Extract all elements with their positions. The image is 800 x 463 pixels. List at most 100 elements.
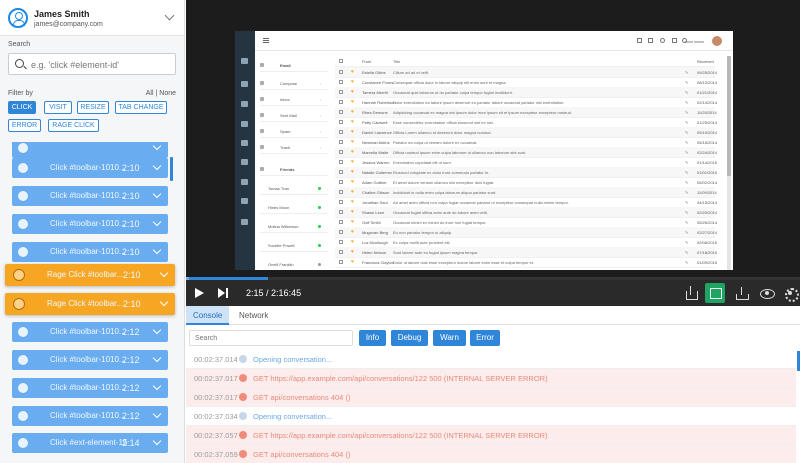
- angry-face-icon: [13, 269, 25, 281]
- chevron-down-icon[interactable]: [152, 161, 162, 171]
- attachment-icon: ✎: [685, 100, 689, 105]
- level-filter-info[interactable]: Info: [359, 330, 386, 346]
- attachment-icon: ✎: [685, 130, 689, 135]
- mail-subject: Exercitation cupidatat elit ut sunt.: [393, 160, 452, 165]
- filter-button-visit[interactable]: VISIT: [44, 101, 72, 114]
- filter-button-rage-click[interactable]: RAGE CLICK: [48, 119, 99, 132]
- event-time: 2:14: [122, 438, 140, 448]
- chevron-down-icon[interactable]: [152, 436, 162, 446]
- mail-subject: Officia nostrud ipsum enim culpa laborum…: [393, 150, 527, 155]
- log-entry-error: 00:02:37.059 GET api/conversations 404 (): [186, 445, 796, 463]
- event-list-scrollbar[interactable]: [170, 157, 173, 181]
- console-toggle-icon[interactable]: [705, 283, 725, 303]
- user-header[interactable]: James Smith james@company.com: [0, 0, 184, 36]
- click-event[interactable]: Click #toolbar-1010... 2:12: [12, 350, 168, 370]
- attachment-icon: ✎: [685, 120, 689, 125]
- console-search-input[interactable]: [189, 330, 353, 346]
- attachment-icon: ✎: [685, 200, 689, 205]
- search-input[interactable]: [31, 57, 171, 72]
- filter-button-click[interactable]: CLICK: [8, 101, 36, 114]
- nav-icon: [241, 140, 248, 146]
- select-all-link[interactable]: All: [146, 90, 154, 97]
- chevron-down-icon[interactable]: [159, 297, 169, 307]
- filter-button-resize[interactable]: RESIZE: [77, 101, 109, 114]
- eye-icon[interactable]: [758, 285, 776, 301]
- chevron-down-icon[interactable]: [152, 381, 162, 391]
- log-timestamp: 00:02:37.017: [194, 393, 238, 402]
- click-icon: [18, 247, 28, 257]
- checkbox: [339, 110, 343, 114]
- mail-subject: Occaecat quis laborum ut do pariatur cul…: [393, 90, 513, 95]
- chevron-down-icon[interactable]: [152, 325, 162, 335]
- friend-item: Tomas Tran: [260, 183, 328, 195]
- event-label: Click #toolbar-1010...: [50, 163, 126, 172]
- chevron-down-icon[interactable]: [152, 353, 162, 363]
- mail-subject: Esse consectetur exercitation officia ei…: [393, 120, 494, 125]
- checkbox: [339, 100, 343, 104]
- chevron-down-icon[interactable]: [152, 409, 162, 419]
- mail-date: 04/15/2014: [697, 200, 718, 205]
- app-mail-list: From Title Received ♥ Estella Gibbs Cillum ad…: [335, 56, 733, 270]
- user-name: James Smith: [34, 9, 90, 19]
- level-filter-debug[interactable]: Debug: [391, 330, 428, 346]
- filter-button-tab-change[interactable]: TAB CHANGE: [115, 101, 167, 114]
- rage-click-event[interactable]: Rage Click #toolbar... 2:10: [5, 293, 175, 315]
- click-icon: [18, 191, 28, 201]
- skip-next-icon[interactable]: [218, 288, 228, 298]
- search-icon: [15, 59, 24, 68]
- filter-button-error[interactable]: ERROR: [8, 119, 41, 132]
- tab-console[interactable]: Console: [186, 306, 230, 325]
- tab-network[interactable]: Network: [232, 306, 275, 325]
- click-event[interactable]: Click #toolbar-1010... 2:10: [12, 214, 168, 234]
- share-icon[interactable]: [682, 285, 700, 301]
- level-filter-error[interactable]: Error: [470, 330, 500, 346]
- rage-click-event[interactable]: Rage Click #toolbar... 2:10: [5, 264, 175, 286]
- attachment-icon: ✎: [685, 240, 689, 245]
- click-event[interactable]: Click #ext-element-15 2:14: [12, 433, 168, 453]
- user-email: james@company.com: [34, 21, 103, 28]
- mail-subject: Eu non pariatur tempor ut aliquip.: [393, 230, 453, 235]
- mail-icon: [260, 63, 264, 67]
- attachment-icon: ✎: [685, 190, 689, 195]
- checkbox: [339, 150, 343, 154]
- mail-date: 05/02/2014: [697, 180, 718, 185]
- click-event[interactable]: Click #toolbar-1010... 2:12: [12, 322, 168, 342]
- play-icon[interactable]: [195, 288, 204, 298]
- chevron-down-icon[interactable]: [152, 217, 162, 227]
- log-entry-info: 00:02:37.014 Opening conversation...: [186, 350, 796, 369]
- chevron-down-icon[interactable]: [159, 268, 169, 278]
- select-none-link[interactable]: None: [159, 90, 176, 97]
- label: Friends: [280, 167, 295, 172]
- chevron-down-icon[interactable]: [152, 189, 162, 199]
- gear-icon[interactable]: [782, 285, 800, 302]
- attachment-icon: ✎: [685, 160, 689, 165]
- checkbox: [339, 160, 343, 164]
- column-title: Title: [393, 59, 401, 64]
- grid-icon: [637, 38, 642, 43]
- click-event[interactable]: [12, 142, 168, 158]
- star-icon: ♥: [351, 129, 354, 135]
- friend-name: Suzette Powell: [268, 243, 295, 248]
- chevron-down-icon[interactable]: [152, 245, 162, 255]
- mail-date: 11/09/2014: [697, 190, 717, 195]
- click-event[interactable]: Click #toolbar-1010... 2:12: [12, 378, 168, 398]
- attachment-icon: ✎: [685, 230, 689, 235]
- mail-subject: Ad amet anim officia non culpa fugiat oc…: [393, 200, 569, 205]
- mail-subject: Et amet dolore veniam ullamco nisi excep…: [393, 180, 495, 185]
- click-event[interactable]: Click #toolbar-1010... 2:12: [12, 406, 168, 426]
- status-dot: [318, 225, 321, 228]
- event-time: 2:10: [123, 270, 141, 280]
- search-box[interactable]: [8, 53, 176, 75]
- chevron-down-icon[interactable]: [152, 142, 162, 151]
- mail-row: ♥ Francisca Clayton Dolor ut labore duis e…: [335, 257, 717, 268]
- click-event[interactable]: Click #toolbar-1010... 2:10: [12, 186, 168, 206]
- click-event[interactable]: Click #toolbar-1010... 2:10: [12, 242, 168, 262]
- checkbox: [339, 140, 343, 144]
- level-filter-warn[interactable]: Warn: [433, 330, 466, 346]
- log-timestamp: 00:02:37.059: [194, 450, 238, 459]
- mail-subject: Pariatur ea culpa ut veniam dolore ex oc…: [393, 140, 478, 145]
- click-event[interactable]: Click #toolbar-1010... 2:10: [12, 158, 168, 178]
- chevron-down-icon[interactable]: [164, 10, 175, 21]
- download-icon[interactable]: [733, 285, 751, 301]
- event-label: Click #toolbar-1010...: [50, 247, 126, 256]
